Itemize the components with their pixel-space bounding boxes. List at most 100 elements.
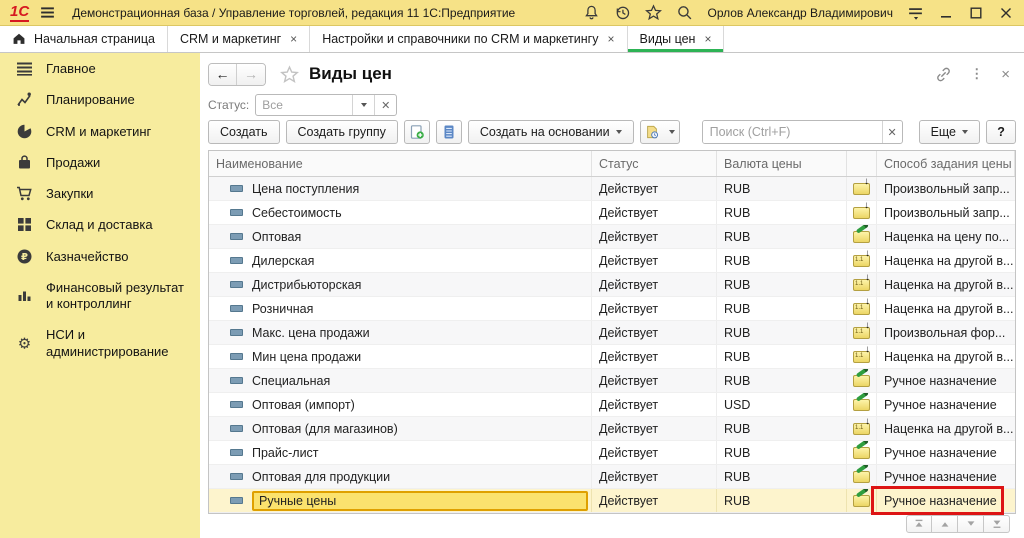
sidebar-item-sales[interactable]: Продажи [0, 147, 200, 178]
favorite-star-icon[interactable] [280, 65, 299, 84]
table-row-selected[interactable]: Ручные цены Действует RUB Ручное назначе… [209, 489, 1015, 513]
combobox-dropdown-icon[interactable] [352, 95, 374, 115]
column-header-currency[interactable]: Валюта цены [717, 151, 847, 176]
main-menu-icon[interactable] [39, 4, 56, 21]
selected-name-cell[interactable]: Ручные цены [252, 491, 588, 511]
table-scroll-buttons [906, 515, 1010, 533]
sidebar-item-warehouse[interactable]: Склад и доставка [0, 209, 200, 240]
help-button[interactable]: ? [986, 120, 1016, 144]
price-type-icon [230, 497, 243, 504]
method-icon [853, 231, 870, 243]
price-type-icon [230, 257, 243, 264]
document-clock-icon [645, 124, 659, 140]
method-icon [853, 183, 870, 195]
document-schedule-button[interactable] [640, 120, 680, 144]
create-group-button[interactable]: Создать группу [286, 120, 398, 144]
close-form-icon[interactable]: × [1001, 67, 1010, 82]
scroll-down-button[interactable] [958, 515, 984, 533]
page-title: Виды цен [309, 64, 392, 84]
method-icon [853, 279, 870, 291]
main-content: ← → Виды цен ⋮ × Статус: Все ✕ Создать С… [200, 53, 1024, 538]
menu-lines-icon [16, 60, 33, 77]
favorites-star-icon[interactable] [645, 4, 662, 21]
table-row[interactable]: Макс. цена продажи Действует RUB Произво… [209, 321, 1015, 345]
price-type-icon [230, 185, 243, 192]
method-icon [853, 447, 870, 459]
window-title: Демонстрационная база / Управление торго… [72, 6, 515, 20]
column-header-method-icon[interactable] [847, 151, 877, 176]
price-type-icon [230, 233, 243, 240]
tab-close-icon[interactable]: × [704, 33, 711, 45]
tab-bar: Начальная страница CRM и маркетинг × Нас… [0, 26, 1024, 53]
table-row[interactable]: Оптовая Действует RUB Наценка на цену по… [209, 225, 1015, 249]
table-row[interactable]: Оптовая (импорт) Действует USD Ручное на… [209, 393, 1015, 417]
combobox-clear-icon[interactable]: ✕ [374, 95, 396, 115]
scroll-to-top-button[interactable] [906, 515, 932, 533]
sidebar-item-administration[interactable]: ⚙ НСИ и администрирование [0, 319, 200, 367]
status-filter-value[interactable]: Все [256, 95, 352, 115]
scroll-up-button[interactable] [932, 515, 958, 533]
cart-icon [16, 185, 33, 202]
more-actions-icon[interactable]: ⋮ [970, 66, 983, 82]
sidebar-item-financial-result[interactable]: Финансовый результат и контроллинг [0, 272, 200, 320]
sidebar-item-crm-marketing[interactable]: CRM и маркетинг [0, 116, 200, 147]
sidebar-item-purchases[interactable]: Закупки [0, 178, 200, 209]
table-row[interactable]: Цена поступления Действует RUB Произволь… [209, 177, 1015, 201]
table-row[interactable]: Оптовая для продукции Действует RUB Ручн… [209, 465, 1015, 489]
back-button[interactable]: ← [209, 64, 237, 85]
pie-chart-icon [16, 123, 33, 140]
home-icon [12, 32, 26, 46]
tab-price-types[interactable]: Виды цен × [628, 26, 725, 52]
get-link-icon[interactable] [935, 66, 952, 83]
create-based-on-button[interactable]: Создать на основании [468, 120, 634, 144]
scroll-to-bottom-button[interactable] [984, 515, 1010, 533]
sidebar-item-label: Склад и доставка [46, 216, 153, 233]
sidebar-item-main[interactable]: Главное [0, 53, 200, 84]
list-view-button[interactable] [436, 120, 462, 144]
bar-chart-icon [16, 287, 33, 304]
sidebar-item-label: НСИ и администрирование [46, 326, 190, 360]
minimize-button[interactable] [938, 5, 954, 21]
folder-plus-icon [409, 124, 425, 140]
table-row[interactable]: Мин цена продажи Действует RUB Наценка н… [209, 345, 1015, 369]
current-user[interactable]: Орлов Александр Владимирович [707, 6, 893, 20]
sidebar-item-label: CRM и маркетинг [46, 123, 151, 140]
column-header-method[interactable]: Способ задания цены [877, 151, 1015, 176]
search-clear-icon[interactable]: ✕ [882, 121, 902, 143]
sidebar-item-label: Закупки [46, 185, 93, 202]
forward-button[interactable]: → [237, 64, 265, 85]
sidebar-item-treasury[interactable]: ₽ Казначейство [0, 241, 200, 272]
table-row[interactable]: Розничная Действует RUB Наценка на друго… [209, 297, 1015, 321]
table-row[interactable]: Дистрибьюторская Действует RUB Наценка н… [209, 273, 1015, 297]
add-to-group-button[interactable] [404, 120, 430, 144]
price-type-icon [230, 281, 243, 288]
tab-close-icon[interactable]: × [290, 33, 297, 45]
search-icon[interactable] [676, 4, 693, 21]
status-filter-combobox[interactable]: Все ✕ [255, 94, 397, 116]
tab-label: Настройки и справочники по CRM и маркети… [322, 32, 598, 46]
maximize-button[interactable] [968, 5, 984, 21]
column-header-status[interactable]: Статус [592, 151, 717, 176]
table-row[interactable]: Прайс-лист Действует RUB Ручное назначен… [209, 441, 1015, 465]
search-input[interactable] [703, 121, 882, 143]
logo-1c[interactable]: 1С [10, 4, 29, 22]
tab-close-icon[interactable]: × [607, 33, 614, 45]
more-button[interactable]: Еще [919, 120, 980, 144]
sidebar-item-planning[interactable]: Планирование [0, 84, 200, 115]
tab-home[interactable]: Начальная страница [0, 26, 168, 52]
history-icon[interactable] [614, 4, 631, 21]
tab-crm-settings[interactable]: Настройки и справочники по CRM и маркети… [310, 26, 627, 52]
table-header: Наименование Статус Валюта цены Способ з… [209, 151, 1015, 177]
table-row[interactable]: Себестоимость Действует RUB Произвольный… [209, 201, 1015, 225]
gear-icon: ⚙ [16, 335, 33, 352]
notifications-bell-icon[interactable] [583, 4, 600, 21]
service-settings-icon[interactable] [907, 4, 924, 21]
tab-crm-marketing[interactable]: CRM и маркетинг × [168, 26, 310, 52]
column-header-name[interactable]: Наименование [209, 151, 592, 176]
close-window-button[interactable] [998, 5, 1014, 21]
table-row[interactable]: Оптовая (для магазинов) Действует RUB На… [209, 417, 1015, 441]
table-row[interactable]: Специальная Действует RUB Ручное назначе… [209, 369, 1015, 393]
create-button[interactable]: Создать [208, 120, 280, 144]
price-type-icon [230, 209, 243, 216]
table-row[interactable]: Дилерская Действует RUB Наценка на друго… [209, 249, 1015, 273]
